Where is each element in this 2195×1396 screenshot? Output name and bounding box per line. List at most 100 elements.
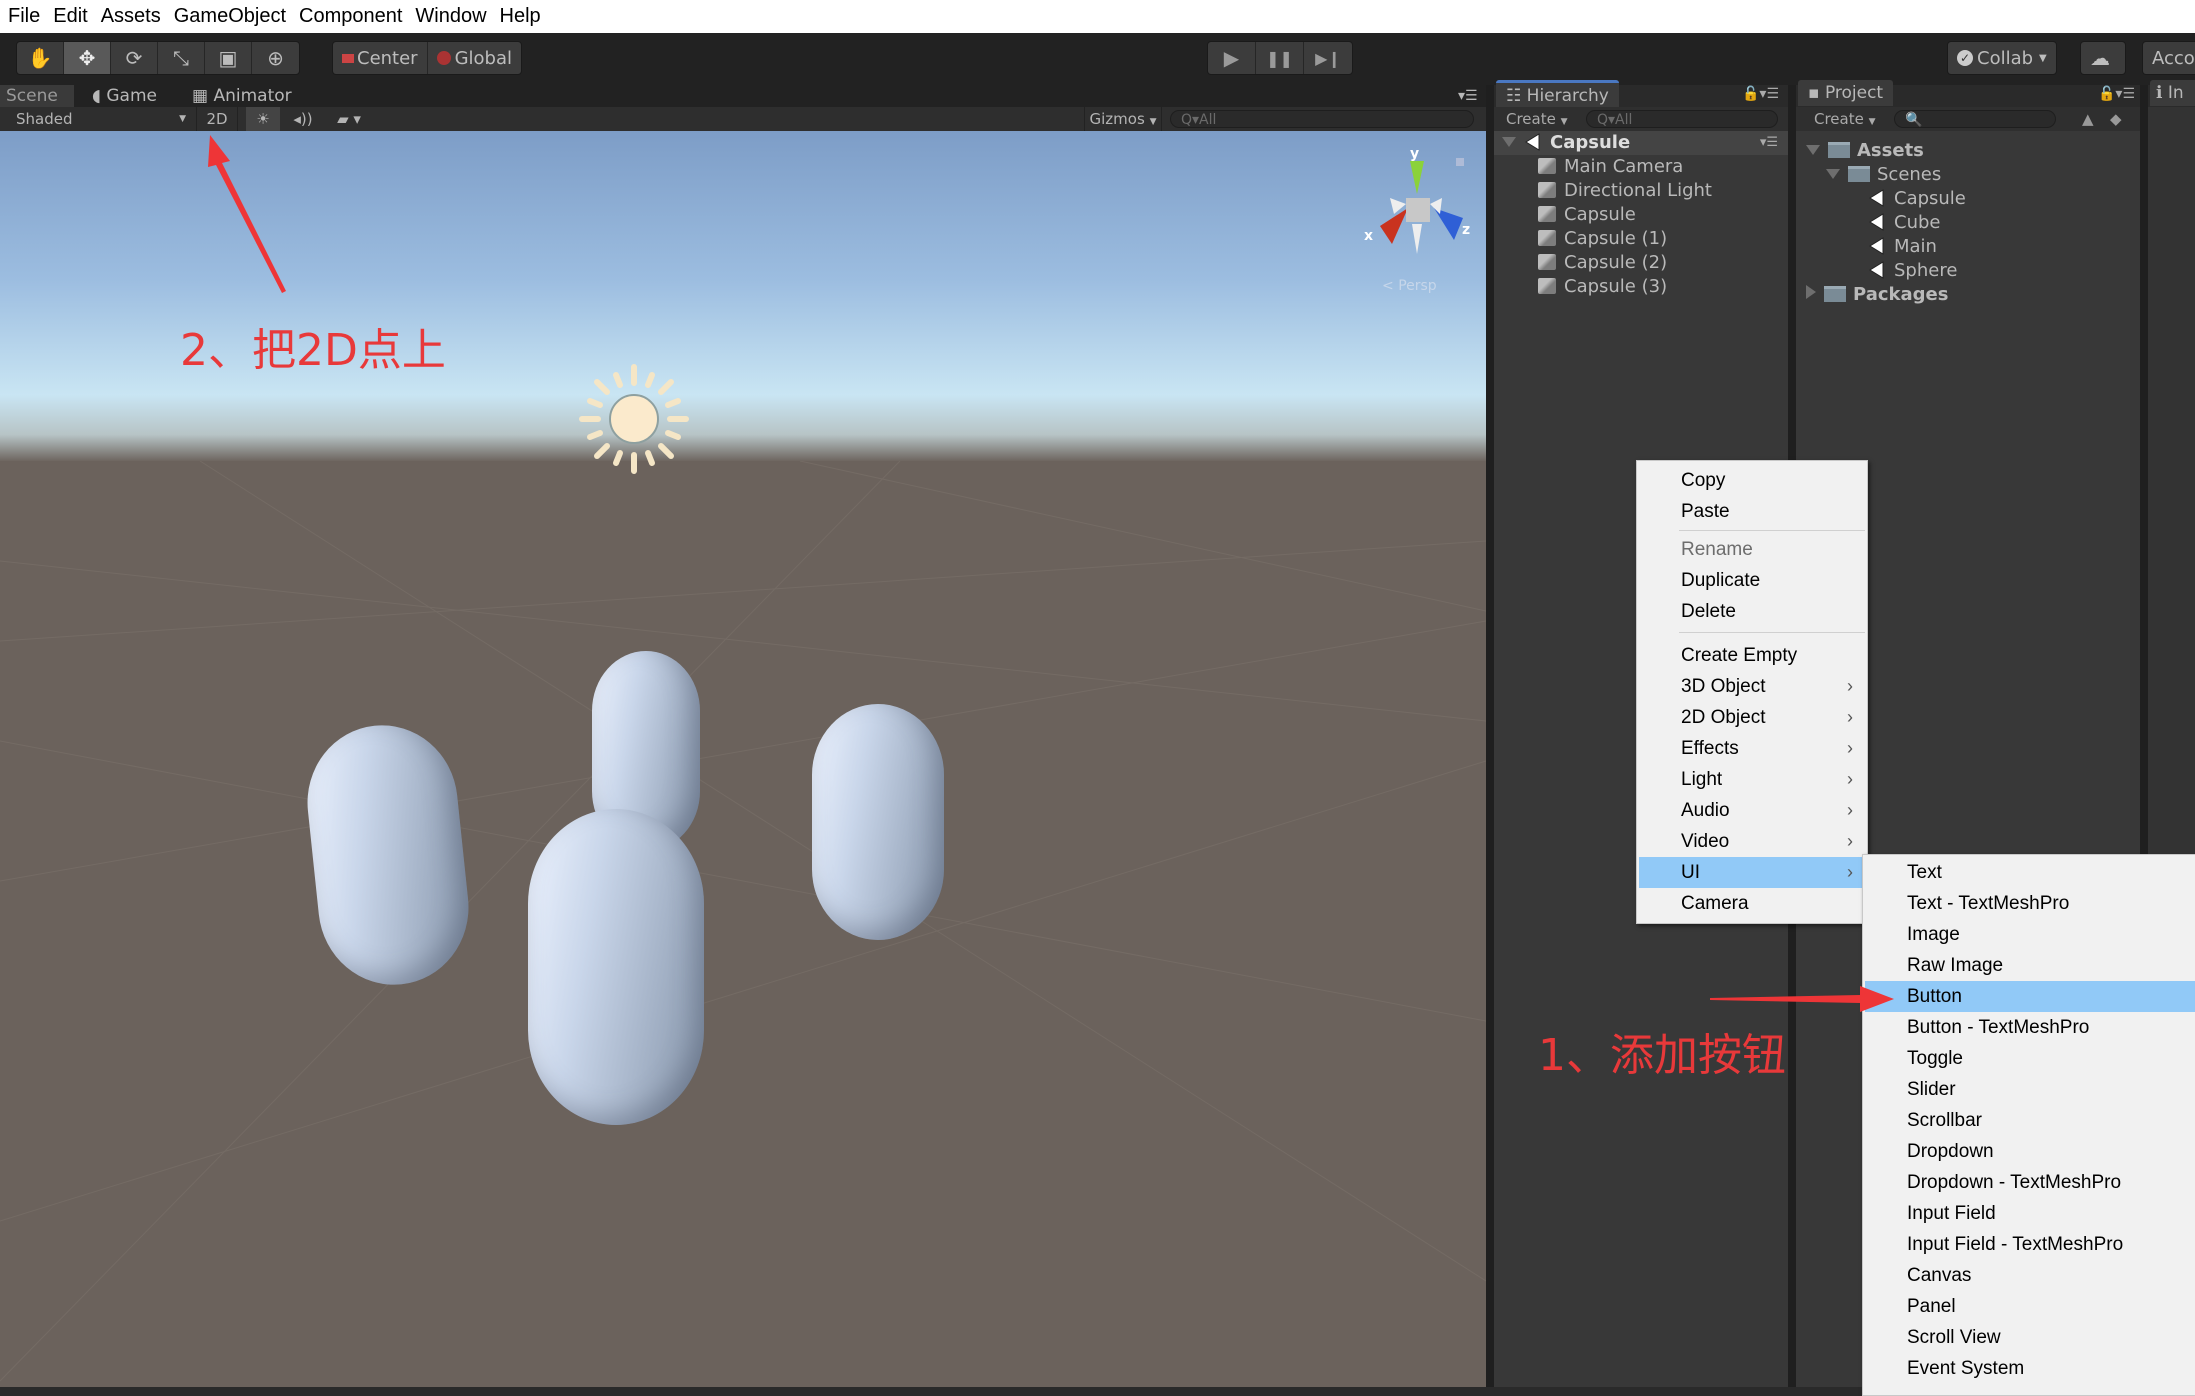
play-button[interactable]: ▶ bbox=[1208, 42, 1256, 74]
filter-by-label-icon[interactable]: ◆ bbox=[2110, 107, 2122, 131]
submenu-item-canvas[interactable]: Canvas bbox=[1865, 1260, 2195, 1291]
scene-viewport[interactable]: y x z < Persp 2、把2D点上 bbox=[0, 131, 1486, 1387]
collapse-arrow-icon[interactable] bbox=[1806, 285, 1816, 299]
project-item[interactable]: Packages bbox=[1806, 283, 1948, 307]
menu-item-copy[interactable]: Copy bbox=[1639, 465, 1865, 496]
submenu-item-toggle[interactable]: Toggle bbox=[1865, 1043, 2195, 1074]
submenu-item-scrollbar[interactable]: Scrollbar bbox=[1865, 1105, 2195, 1136]
menu-item-effects[interactable]: Effects › bbox=[1639, 733, 1865, 764]
project-item[interactable]: Sphere bbox=[1868, 259, 1957, 283]
hand-tool-button[interactable]: ✋ bbox=[17, 42, 64, 74]
tab-project[interactable]: ▪ Project bbox=[1798, 80, 1894, 106]
pivot-global-button[interactable]: Global bbox=[428, 42, 521, 74]
panel-menu-icon[interactable]: ▾☰ bbox=[1452, 85, 1484, 107]
filter-by-type-icon[interactable]: ▲ bbox=[2082, 107, 2094, 131]
project-item[interactable]: Capsule bbox=[1868, 187, 1966, 211]
submenu-item-input-field-textmeshpro[interactable]: Input Field - TextMeshPro bbox=[1865, 1229, 2195, 1260]
project-lock-menu[interactable]: 🔓▾☰ bbox=[2098, 86, 2135, 102]
submenu-item-text[interactable]: Text bbox=[1865, 857, 2195, 888]
tab-hierarchy[interactable]: ☷ Hierarchy bbox=[1496, 80, 1619, 109]
menu-gameobject[interactable]: GameObject bbox=[174, 5, 286, 28]
menu-item-camera[interactable]: Camera bbox=[1639, 888, 1865, 919]
menu-window[interactable]: Window bbox=[415, 5, 486, 28]
rotate-tool-button[interactable]: ⟳ bbox=[111, 42, 158, 74]
z-axis-cone[interactable] bbox=[1434, 208, 1463, 240]
submenu-item-panel[interactable]: Panel bbox=[1865, 1291, 2195, 1322]
menu-assets[interactable]: Assets bbox=[101, 5, 161, 28]
audio-toggle[interactable]: ◂)) bbox=[286, 107, 320, 131]
menu-component[interactable]: Component bbox=[299, 5, 402, 28]
submenu-item-dropdown[interactable]: Dropdown bbox=[1865, 1136, 2195, 1167]
orientation-gizmo[interactable]: y x z < Persp bbox=[1350, 136, 1480, 296]
project-item[interactable]: Main bbox=[1868, 235, 1937, 259]
tab-animator[interactable]: ▦ Animator bbox=[186, 85, 298, 107]
hierarchy-search-input[interactable]: Q▾All bbox=[1586, 110, 1778, 128]
submenu-item-button-textmeshpro[interactable]: Button - TextMeshPro bbox=[1865, 1012, 2195, 1043]
hierarchy-lock-menu[interactable]: 🔓▾☰ bbox=[1742, 86, 1779, 102]
project-item[interactable]: Cube bbox=[1868, 211, 1940, 235]
menu-item-ui[interactable]: UI › bbox=[1639, 857, 1865, 888]
hierarchy-item[interactable]: Capsule (3) bbox=[1538, 275, 1667, 299]
scene-search-input[interactable]: Q▾All bbox=[1170, 110, 1474, 128]
lock-icon[interactable] bbox=[1456, 158, 1464, 166]
submenu-item-event-system[interactable]: Event System bbox=[1865, 1353, 2195, 1384]
menu-item-create-empty[interactable]: Create Empty bbox=[1639, 640, 1865, 671]
panel-divider[interactable] bbox=[1486, 85, 1494, 1387]
capsule-front[interactable] bbox=[528, 809, 704, 1125]
rect-tool-button[interactable]: ▣ bbox=[205, 42, 252, 74]
submenu-item-slider[interactable]: Slider bbox=[1865, 1074, 2195, 1105]
project-create-dropdown[interactable]: Create ▼ bbox=[1814, 107, 1876, 131]
move-tool-button[interactable]: ✥ bbox=[64, 42, 111, 74]
menu-item-delete[interactable]: Delete bbox=[1639, 596, 1865, 627]
hierarchy-item[interactable]: Main Camera bbox=[1538, 155, 1683, 179]
tab-scene[interactable]: Scene bbox=[0, 85, 74, 107]
expand-arrow-icon[interactable] bbox=[1502, 137, 1516, 147]
submenu-item-button[interactable]: Button bbox=[1865, 981, 2195, 1012]
tab-game[interactable]: ◖ Game bbox=[86, 85, 163, 107]
menu-edit[interactable]: Edit bbox=[53, 5, 87, 28]
menu-item-light[interactable]: Light › bbox=[1639, 764, 1865, 795]
menu-item-2d-object[interactable]: 2D Object › bbox=[1639, 702, 1865, 733]
scene-menu-icon[interactable]: ▾☰ bbox=[1760, 131, 1778, 155]
menu-item-paste[interactable]: Paste bbox=[1639, 496, 1865, 527]
menu-help[interactable]: Help bbox=[500, 5, 541, 28]
projection-label[interactable]: < Persp bbox=[1382, 278, 1437, 294]
hierarchy-item[interactable]: Capsule (1) bbox=[1538, 227, 1667, 251]
project-item[interactable]: Scenes bbox=[1826, 163, 1941, 187]
pause-button[interactable]: ❚❚ bbox=[1256, 42, 1304, 74]
hierarchy-scene-row[interactable]: Capsule ▾☰ bbox=[1494, 131, 1788, 155]
expand-arrow-icon[interactable] bbox=[1826, 169, 1840, 179]
collab-dropdown[interactable]: ✓ Collab ▼ bbox=[1947, 41, 2057, 75]
shading-mode-dropdown[interactable]: Shaded ▼ bbox=[16, 107, 186, 131]
submenu-item-image[interactable]: Image bbox=[1865, 919, 2195, 950]
capsule-right[interactable] bbox=[812, 704, 944, 940]
hierarchy-item[interactable]: Capsule (2) bbox=[1538, 251, 1667, 275]
expand-arrow-icon[interactable] bbox=[1806, 145, 1820, 155]
menu-item-duplicate[interactable]: Duplicate bbox=[1639, 565, 1865, 596]
tab-inspector[interactable]: ℹ In bbox=[2150, 80, 2195, 106]
submenu-item-input-field[interactable]: Input Field bbox=[1865, 1198, 2195, 1229]
account-dropdown[interactable]: Accou bbox=[2142, 41, 2195, 75]
pivot-center-button[interactable]: Center bbox=[333, 42, 428, 74]
project-item[interactable]: Assets bbox=[1806, 139, 1924, 163]
lighting-toggle[interactable]: ☀ bbox=[246, 107, 280, 131]
submenu-item-scroll-view[interactable]: Scroll View bbox=[1865, 1322, 2195, 1353]
y-axis-cone[interactable] bbox=[1410, 161, 1424, 194]
menu-item-audio[interactable]: Audio › bbox=[1639, 795, 1865, 826]
submenu-item-raw-image[interactable]: Raw Image bbox=[1865, 950, 2195, 981]
step-button[interactable]: ▶❙ bbox=[1304, 42, 1352, 74]
menu-item-video[interactable]: Video › bbox=[1639, 826, 1865, 857]
hierarchy-item[interactable]: Capsule bbox=[1538, 203, 1636, 227]
hierarchy-item[interactable]: Directional Light bbox=[1538, 179, 1712, 203]
2d-mode-toggle[interactable]: 2D bbox=[196, 107, 238, 131]
submenu-item-text-textmeshpro[interactable]: Text - TextMeshPro bbox=[1865, 888, 2195, 919]
project-search-input[interactable]: 🔍 bbox=[1894, 110, 2056, 128]
gizmos-dropdown[interactable]: Gizmos ▼ bbox=[1084, 107, 1162, 131]
transform-tool-button[interactable]: ⊕ bbox=[252, 42, 299, 74]
gizmo-center-cube[interactable] bbox=[1406, 198, 1430, 222]
cloud-button[interactable]: ☁ bbox=[2080, 41, 2126, 75]
scale-tool-button[interactable]: ⤡ bbox=[158, 42, 205, 74]
menu-item-3d-object[interactable]: 3D Object › bbox=[1639, 671, 1865, 702]
effects-dropdown[interactable]: ▰ ▾ bbox=[326, 107, 372, 131]
menu-file[interactable]: File bbox=[8, 5, 40, 28]
